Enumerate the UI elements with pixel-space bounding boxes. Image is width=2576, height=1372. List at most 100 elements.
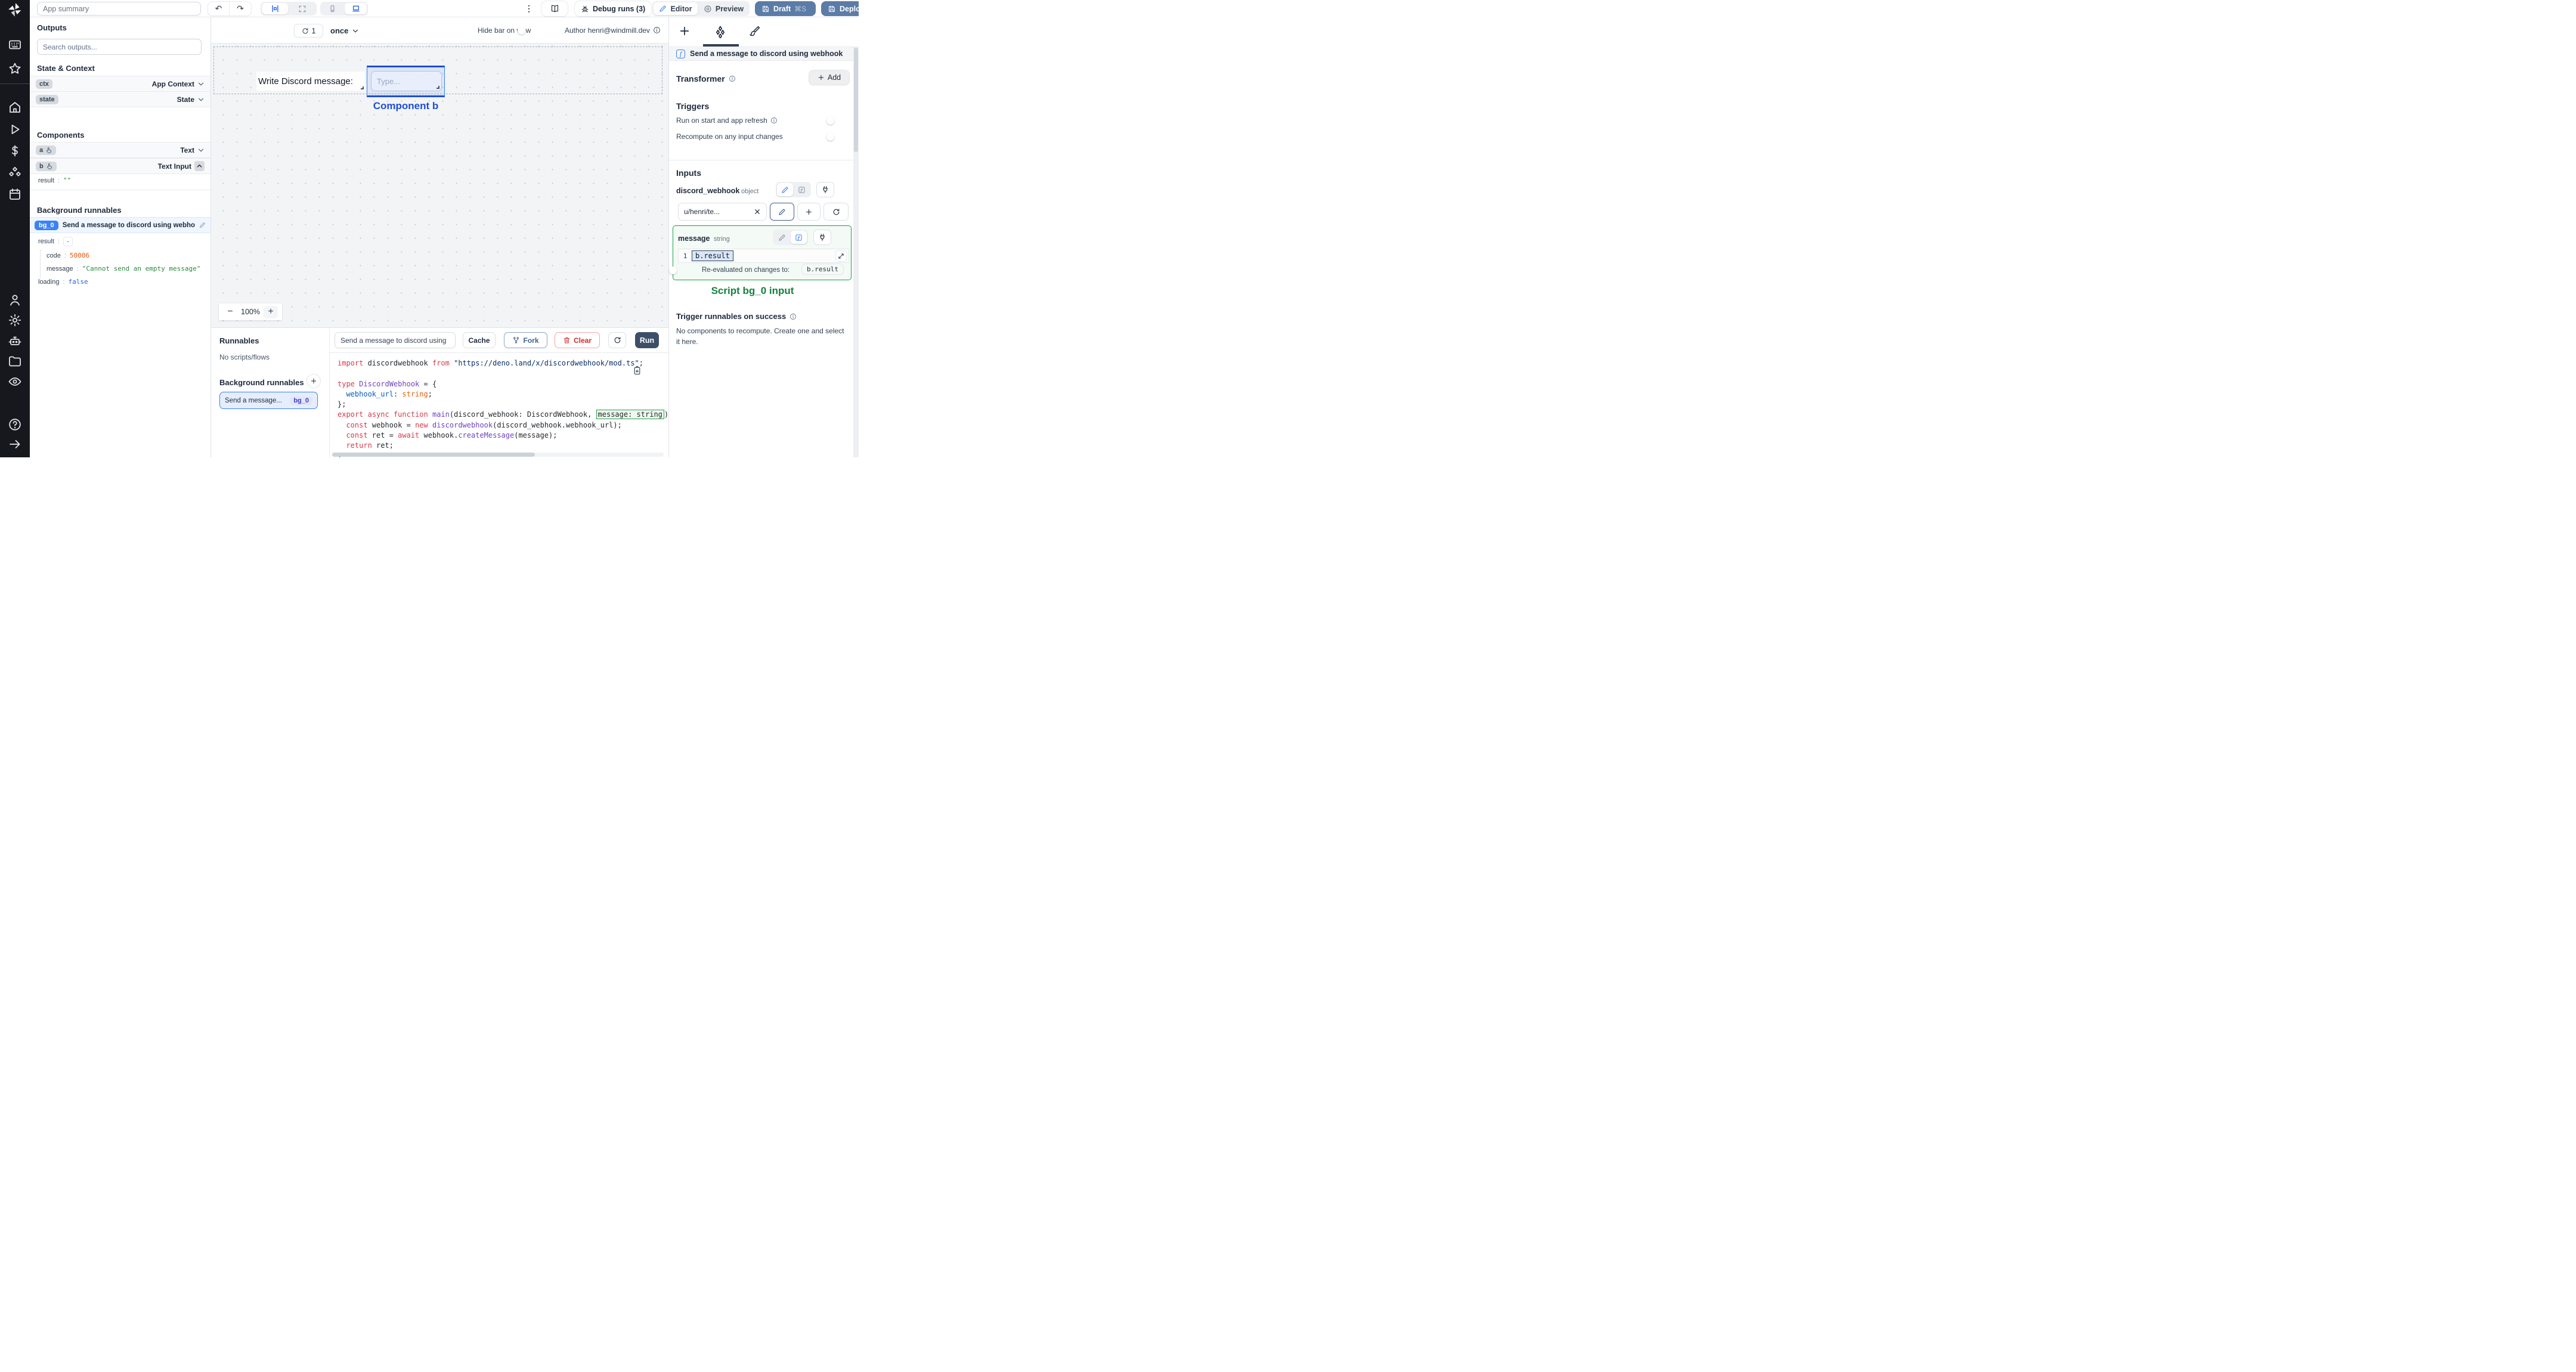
workers-robot-icon[interactable] <box>8 334 22 348</box>
add-background-runnable-button[interactable] <box>306 374 321 388</box>
text-input-component[interactable]: Type... <box>371 71 442 91</box>
static-pencil-icon[interactable] <box>777 183 793 196</box>
collapse-arrow-icon[interactable] <box>8 437 22 451</box>
info-icon[interactable] <box>729 75 736 82</box>
settings-gear-icon[interactable] <box>8 313 22 327</box>
search-outputs-input[interactable] <box>37 39 202 55</box>
cache-button[interactable]: Cache <box>463 332 496 348</box>
edit-resource-pencil-button[interactable] <box>770 203 794 221</box>
script-f-icon: f <box>676 49 685 58</box>
frequency-dropdown[interactable]: once <box>330 24 359 38</box>
author-label: Author henri@windmill.dev <box>565 26 650 35</box>
folders-icon[interactable] <box>8 354 22 368</box>
expand-editor-icon[interactable] <box>835 250 847 262</box>
add-transformer-button[interactable]: Add <box>809 70 850 85</box>
code-editor[interactable]: import discordwebhook from "https://deno… <box>330 352 668 457</box>
redo-icon[interactable]: ↷ <box>230 2 251 16</box>
reeval-target-pill[interactable]: b.result <box>801 264 844 275</box>
input-discord-webhook-name: discord_webhook <box>676 187 740 195</box>
outputs-panel: Outputs State & Context ctx App Context … <box>30 17 211 457</box>
undo-redo-group: ↶ ↷ <box>208 2 251 16</box>
component-b-row[interactable]: b Text Input <box>30 158 210 174</box>
docs-book-button[interactable] <box>541 1 568 16</box>
triggers-title: Triggers <box>676 101 710 111</box>
bg0-runnable-item[interactable]: Send a message... bg_0 <box>219 392 318 409</box>
sidebar-item-apps-icon[interactable] <box>8 38 22 52</box>
mobile-icon[interactable] <box>321 3 343 14</box>
text-component-a[interactable]: Write Discord message: <box>256 72 365 91</box>
info-icon[interactable] <box>789 313 797 320</box>
runs-play-icon[interactable] <box>8 122 22 137</box>
edit-pencil-icon[interactable] <box>199 222 206 228</box>
resources-cubes-icon[interactable] <box>8 166 22 180</box>
canvas-column: 1 once Hide bar on view Author henri@win… <box>211 17 668 457</box>
windmill-logo[interactable] <box>7 2 23 17</box>
debug-runs-button[interactable]: Debug runs (3) <box>575 1 652 16</box>
book-icon <box>550 4 559 13</box>
deploy-button[interactable]: Deploy <box>821 1 859 16</box>
tab-preview[interactable]: Preview <box>699 2 748 15</box>
expression-editor[interactable]: 1 b.result <box>678 249 849 263</box>
desktop-icon[interactable] <box>345 3 367 14</box>
horizontal-scrollbar[interactable] <box>332 453 664 457</box>
refresh-script-button[interactable] <box>608 332 626 348</box>
runnables-panel: Runnables No scripts/flows Background ru… <box>211 327 330 457</box>
resource-picker-input[interactable]: u/henri/te... <box>678 203 767 221</box>
chevron-up-icon[interactable] <box>194 161 205 171</box>
tab-component-settings-icon[interactable] <box>714 25 728 39</box>
zoom-in-button[interactable]: + <box>263 305 278 318</box>
home-icon[interactable] <box>8 100 22 114</box>
message-input-highlight: message string 1 b.result Re-evaluated o… <box>673 225 852 280</box>
copy-code-icon[interactable] <box>632 365 642 376</box>
app-canvas[interactable]: Write Discord message: Type... Component… <box>211 44 668 327</box>
tab-editor[interactable]: Editor <box>654 2 698 15</box>
result-value: "" <box>63 176 72 184</box>
eval-f-icon[interactable] <box>794 183 810 196</box>
text-input-placeholder: Type... <box>377 76 401 86</box>
chevron-down-icon[interactable] <box>197 80 205 88</box>
resize-handle[interactable] <box>361 86 364 89</box>
info-icon[interactable] <box>770 117 778 124</box>
chevron-down-icon[interactable] <box>197 96 205 103</box>
clear-button[interactable]: Clear <box>555 332 600 348</box>
chevron-down-icon[interactable] <box>197 147 205 154</box>
audit-eye-icon[interactable] <box>8 374 22 389</box>
run-button[interactable]: Run <box>635 332 659 348</box>
tab-styling-brush-icon[interactable] <box>749 25 763 39</box>
state-row[interactable]: state State <box>30 91 210 107</box>
more-menu-icon[interactable]: ⋮ <box>525 2 533 15</box>
script-name-input[interactable] <box>335 332 456 348</box>
zoom-out-button[interactable]: − <box>223 306 237 318</box>
component-a-row[interactable]: a Text <box>30 142 210 158</box>
app-summary-input[interactable] <box>37 2 201 16</box>
bg0-result-row: result: - <box>38 237 73 246</box>
add-resource-button[interactable] <box>797 203 821 221</box>
selected-component-b[interactable]: Type... <box>367 66 445 97</box>
connect-plug-icon[interactable] <box>816 182 834 197</box>
collapse-result-button[interactable]: - <box>63 237 73 246</box>
schedules-calendar-icon[interactable] <box>8 187 22 202</box>
refresh-count-button[interactable]: 1 <box>294 24 323 38</box>
resize-handle[interactable] <box>436 86 439 89</box>
fullscreen-icon[interactable] <box>289 3 315 14</box>
info-icon[interactable] <box>653 26 661 34</box>
connect-plug-icon[interactable] <box>813 230 831 245</box>
runnable-badge: bg_0 <box>290 396 312 405</box>
draft-button[interactable]: Draft ⌘S <box>755 1 816 16</box>
static-pencil-icon[interactable] <box>774 231 790 244</box>
tab-insert-plus-icon[interactable] <box>679 25 693 39</box>
undo-icon[interactable]: ↶ <box>208 2 230 16</box>
users-person-icon[interactable] <box>8 293 22 307</box>
refresh-resource-button[interactable] <box>823 203 849 221</box>
ctx-row[interactable]: ctx App Context <box>30 76 210 92</box>
star-icon[interactable] <box>8 61 22 76</box>
help-icon[interactable] <box>8 417 22 432</box>
settings-scrollbar[interactable] <box>853 47 859 457</box>
fork-button[interactable]: Fork <box>504 332 547 348</box>
centered-layout-icon[interactable] <box>262 3 288 14</box>
eval-f-icon[interactable] <box>791 231 807 244</box>
clear-x-icon[interactable] <box>754 208 761 215</box>
variables-dollar-icon[interactable] <box>8 144 22 158</box>
draft-shortcut: ⌘S <box>794 4 807 13</box>
bg0-row[interactable]: bg_0 Send a message to discord using web… <box>30 217 210 233</box>
